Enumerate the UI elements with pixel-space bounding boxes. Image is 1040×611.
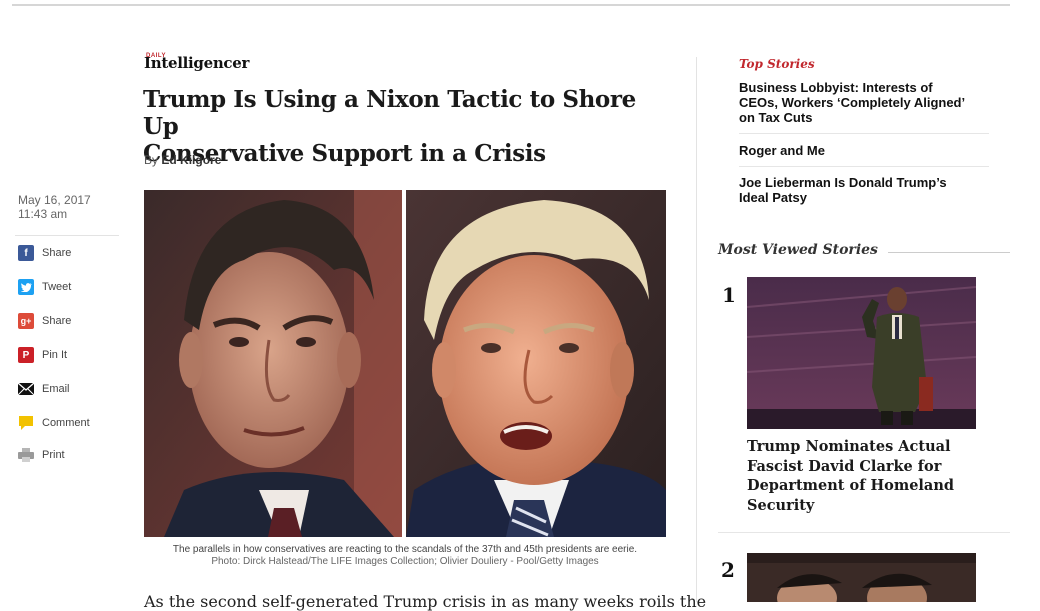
logo-daily-text: DAILY	[146, 53, 166, 59]
share-label: Share	[42, 247, 72, 259]
share-facebook-button[interactable]: f Share	[18, 244, 128, 262]
pinterest-icon: P	[18, 347, 34, 363]
google-plus-icon: g+	[18, 313, 34, 329]
share-twitter-button[interactable]: Tweet	[18, 278, 128, 296]
most-viewed-divider	[718, 532, 1010, 533]
top-story-line: Joe Lieberman Is Donald Trump’s	[739, 175, 947, 190]
byline: By Ed Kilgore	[144, 153, 221, 167]
image-caption: The parallels in how conservatives are r…	[144, 544, 666, 568]
caption-text: The parallels in how conservatives are r…	[172, 544, 638, 555]
top-story-line: Ideal Patsy	[739, 190, 807, 205]
share-label: Comment	[42, 417, 90, 429]
comment-button[interactable]: Comment	[18, 414, 128, 432]
most-viewed-line: Security	[747, 496, 815, 514]
share-label: Print	[42, 449, 65, 461]
top-story-line: Roger and Me	[739, 143, 825, 158]
print-button[interactable]: Print	[18, 446, 128, 464]
most-viewed-line: Fascist David Clarke for	[747, 457, 942, 475]
top-divider	[12, 4, 1010, 6]
lead-image	[144, 190, 666, 537]
most-viewed-title: Most Viewed Stories	[718, 242, 888, 258]
top-stories-divider	[739, 166, 989, 167]
rank-number: 1	[722, 283, 736, 307]
facebook-icon: f	[18, 245, 34, 261]
top-stories-title: Top Stories	[739, 57, 815, 71]
byline-prefix: By	[144, 153, 159, 167]
site-logo[interactable]: DAILY Intelligencer	[144, 53, 249, 73]
most-viewed-image[interactable]	[747, 277, 976, 429]
pin-it-button[interactable]: P Pin It	[18, 346, 128, 364]
publish-date: May 16, 2017 11:43 am	[18, 193, 91, 221]
top-story-link[interactable]: Business Lobbyist: Interests of CEOs, Wo…	[739, 80, 989, 125]
author-link[interactable]: Ed Kilgore	[161, 153, 221, 167]
comment-icon	[18, 415, 34, 431]
photo-credit: Photo: Dirck Halstead/The LIFE Images Co…	[211, 556, 599, 567]
most-viewed-headline[interactable]: Trump Nominates Actual Fascist David Cla…	[747, 437, 977, 515]
email-button[interactable]: Email	[18, 380, 128, 398]
share-label: Tweet	[42, 281, 72, 293]
most-viewed-image[interactable]	[747, 553, 976, 602]
most-viewed-line: Department of Homeland	[747, 477, 955, 494]
share-label: Pin It	[42, 349, 68, 361]
email-icon	[18, 381, 34, 397]
top-story-line: on Tax Cuts	[739, 110, 813, 125]
top-story-link[interactable]: Joe Lieberman Is Donald Trump’s Ideal Pa…	[739, 175, 989, 205]
top-stories-divider	[739, 133, 989, 134]
share-google-plus-button[interactable]: g+ Share	[18, 312, 128, 330]
top-story-line: Business Lobbyist: Interests of	[739, 80, 933, 95]
print-icon	[18, 447, 34, 463]
left-rail-divider	[15, 235, 119, 236]
rank-number: 2	[721, 558, 735, 582]
share-label: Share	[42, 315, 72, 327]
top-story-link[interactable]: Roger and Me	[739, 143, 989, 158]
most-viewed-rule	[880, 252, 1010, 253]
twitter-icon	[18, 279, 34, 295]
most-viewed-line: Trump Nominates Actual	[747, 438, 951, 455]
publish-date-time: 11:43 am	[18, 207, 68, 221]
headline-line-1: Trump Is Using a Nixon Tactic to Shore U…	[143, 86, 636, 140]
top-story-line: CEOs, Workers ‘Completely Aligned’	[739, 95, 966, 110]
column-divider	[696, 57, 697, 602]
publish-date-day: May 16, 2017	[18, 193, 91, 207]
share-label: Email	[42, 383, 70, 395]
